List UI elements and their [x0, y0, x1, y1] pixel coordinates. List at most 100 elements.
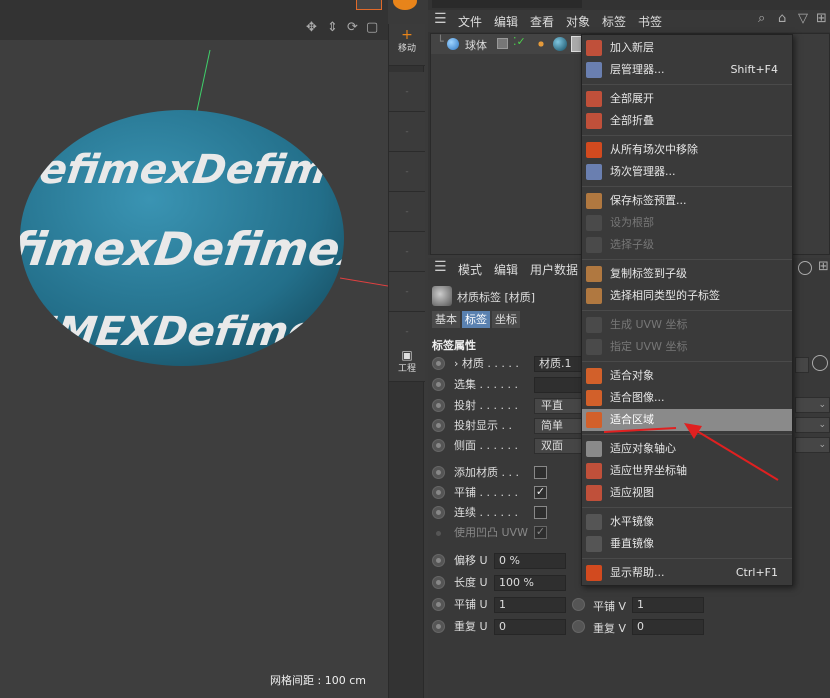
offset-u-field[interactable]: 0 % — [494, 553, 566, 569]
menu-edit[interactable]: 编辑 — [494, 13, 518, 30]
move-camera-icon[interactable]: ⇕ — [327, 20, 338, 35]
material-link-field[interactable]: 材质.1 — [534, 356, 582, 372]
object-name[interactable]: 球体 — [465, 37, 487, 53]
menu-file[interactable]: 文件 — [458, 13, 482, 30]
menu-item[interactable]: 适合对象 — [582, 365, 792, 387]
project-icon: ▣ — [401, 348, 413, 362]
tile-v-label: 平铺 V — [593, 600, 627, 613]
dropdown-edge-1[interactable]: ⌄ — [795, 397, 830, 413]
filter-icon[interactable]: ▽ — [798, 11, 808, 26]
new-panel-icon[interactable]: ⊞ — [818, 259, 829, 274]
rotate-icon[interactable]: ⟳ — [347, 20, 358, 35]
prop-radio[interactable] — [432, 419, 445, 432]
viewport[interactable]: ✥ ⇕ ⟳ ▢ DefimexDefimexDefimex DefimexDef… — [0, 0, 388, 698]
menu-item-shortcut: Ctrl+F1 — [735, 566, 778, 579]
material-tag-icon[interactable] — [553, 37, 567, 51]
selection-field[interactable] — [534, 377, 582, 393]
menu-item[interactable]: 适应世界坐标轴 — [582, 460, 792, 482]
side-dropdown[interactable]: 双面 — [534, 438, 582, 454]
prop-radio[interactable] — [432, 506, 445, 519]
move-tool-button[interactable]: + 移动 — [389, 24, 425, 66]
prop-label: 侧面 . . . . . . — [454, 439, 518, 452]
prop-radio[interactable] — [432, 357, 445, 370]
material-dropdown-edge[interactable] — [795, 357, 809, 373]
menu-item[interactable]: 适合图像... — [582, 387, 792, 409]
cursor-pick-icon[interactable] — [812, 355, 828, 371]
dropdown-edge-2[interactable]: ⌄ — [795, 417, 830, 433]
repeat-v-field[interactable]: 0 — [632, 619, 704, 635]
projection-dropdown[interactable]: 平直 — [534, 398, 582, 414]
toolbar-slot[interactable]: - — [389, 272, 425, 312]
search-icon[interactable]: ⌕ — [758, 11, 765, 26]
lock-icon[interactable] — [798, 261, 812, 275]
menu-item[interactable]: 全部展开 — [582, 88, 792, 110]
menu-item[interactable]: 保存标签预置... — [582, 190, 792, 212]
prop-radio[interactable] — [432, 439, 445, 452]
toolbar-slot[interactable]: - — [389, 232, 425, 272]
menu-item[interactable]: 适合区域 — [582, 409, 792, 431]
render-region-button[interactable] — [356, 0, 382, 10]
attr-hamburger-icon[interactable]: ☰ — [434, 259, 447, 275]
length-u-row: 长度 U 100 % — [432, 574, 572, 592]
menu-item[interactable]: 复制标签到子级 — [582, 263, 792, 285]
project-button[interactable]: ▣ 工程 — [389, 346, 425, 382]
prop-row-side: 侧面 . . . . . . 双面 — [432, 437, 592, 455]
home-icon[interactable]: ⌂ — [778, 11, 786, 26]
prop-radio[interactable] — [432, 598, 445, 611]
prop-radio[interactable] — [432, 399, 445, 412]
menu-item[interactable]: 适应对象轴心 — [582, 438, 792, 460]
menu-item[interactable]: 层管理器... Shift+F4 — [582, 59, 792, 81]
menu-tags[interactable]: 标签 — [602, 13, 626, 30]
repeat-u-field[interactable]: 0 — [494, 619, 566, 635]
prop-radio[interactable] — [432, 486, 445, 499]
length-u-field[interactable]: 100 % — [494, 575, 566, 591]
tag-icon[interactable] — [535, 38, 547, 50]
menu-attr-edit[interactable]: 编辑 — [494, 261, 518, 278]
menu-item[interactable]: 水平镜像 — [582, 511, 792, 533]
menu-item[interactable]: 场次管理器... — [582, 161, 792, 183]
prop-radio[interactable] — [432, 554, 445, 567]
menu-user-data[interactable]: 用户数据 — [530, 261, 578, 278]
prop-radio[interactable] — [432, 378, 445, 391]
toolbar-slot[interactable]: - — [389, 192, 425, 232]
prop-radio[interactable] — [432, 466, 445, 479]
add-icon[interactable]: ⊞ — [816, 11, 827, 26]
tile-v-field[interactable]: 1 — [632, 597, 704, 613]
seamless-checkbox[interactable] — [534, 506, 547, 519]
tile-u-field[interactable]: 1 — [494, 597, 566, 613]
repeat-v-radio[interactable] — [572, 620, 585, 633]
render-icon[interactable] — [393, 0, 417, 10]
menu-view[interactable]: 查看 — [530, 13, 554, 30]
menu-item[interactable]: 垂直镜像 — [582, 533, 792, 555]
menu-item[interactable]: 显示帮助... Ctrl+F1 — [582, 562, 792, 584]
prop-radio[interactable] — [432, 576, 445, 589]
projection-display-dropdown[interactable]: 简单 — [534, 418, 582, 434]
menu-bookmarks[interactable]: 书签 — [638, 13, 662, 30]
viewport-canvas[interactable]: DefimexDefimexDefimex DefimexDefimexDefi… — [0, 40, 388, 698]
tile-checkbox[interactable]: ✓ — [534, 486, 547, 499]
dropdown-edge-3[interactable]: ⌄ — [795, 437, 830, 453]
visibility-check-icon[interactable]: ⁚✓ — [513, 35, 526, 48]
maximize-icon[interactable]: ▢ — [366, 20, 378, 35]
menu-item[interactable]: 适应视图 — [582, 482, 792, 504]
tile-v-radio[interactable] — [572, 598, 585, 611]
object-row[interactable]: └ 球体 ⁚✓ — [431, 34, 583, 54]
menu-item[interactable]: 选择相同类型的子标签 — [582, 285, 792, 307]
pan-icon[interactable]: ✥ — [306, 20, 317, 35]
menu-mode[interactable]: 模式 — [458, 261, 482, 278]
menu-object[interactable]: 对象 — [566, 13, 590, 30]
prop-radio[interactable] — [432, 620, 445, 633]
toolbar-slot[interactable]: - — [389, 72, 425, 112]
toolbar-slot[interactable]: - — [389, 112, 425, 152]
tab-tag[interactable]: 标签 — [462, 311, 490, 328]
toolbar-slot[interactable]: - — [389, 152, 425, 192]
add-material-checkbox[interactable] — [534, 466, 547, 479]
check-label: 连续 . . . . . . — [454, 506, 518, 519]
menu-item[interactable]: 全部折叠 — [582, 110, 792, 132]
menu-item[interactable]: 从所有场次中移除 — [582, 139, 792, 161]
hamburger-icon[interactable]: ☰ — [434, 11, 447, 27]
tab-basic[interactable]: 基本 — [432, 311, 460, 328]
tab-coordinates[interactable]: 坐标 — [492, 311, 520, 328]
layer-icon[interactable] — [497, 38, 508, 49]
menu-item[interactable]: 加入新层 — [582, 37, 792, 59]
